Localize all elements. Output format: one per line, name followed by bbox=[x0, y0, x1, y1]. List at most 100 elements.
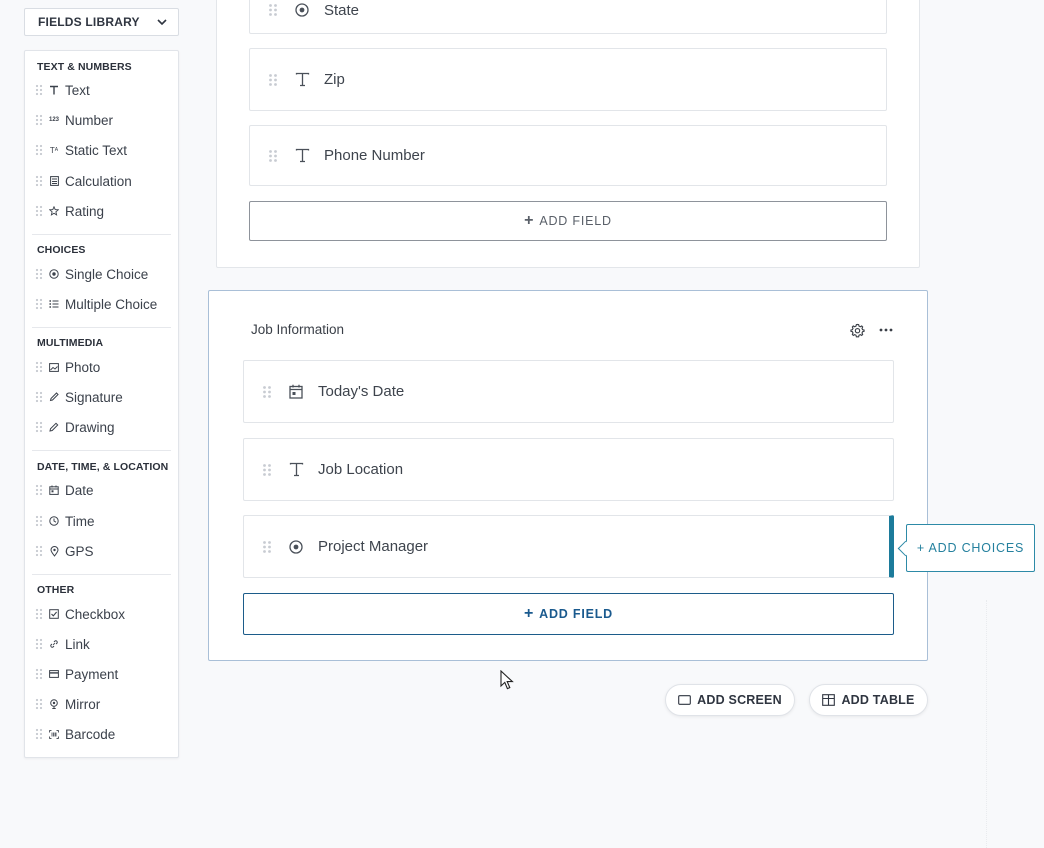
drag-handle-icon[interactable] bbox=[262, 463, 272, 477]
library-item-gps[interactable]: GPS bbox=[35, 540, 94, 562]
library-item-label: Drawing bbox=[65, 419, 115, 435]
add-field-button[interactable]: + ADD FIELD bbox=[249, 201, 887, 241]
fields-library-dropdown[interactable]: FIELDS LIBRARY bbox=[24, 8, 179, 36]
drag-handle-icon bbox=[35, 298, 43, 310]
library-item-drawing[interactable]: Drawing bbox=[35, 416, 115, 438]
library-item-label: GPS bbox=[65, 543, 94, 559]
library-item-single-choice[interactable]: Single Choice bbox=[35, 263, 148, 285]
library-item-time[interactable]: Time bbox=[35, 510, 95, 532]
drag-handle-icon bbox=[35, 728, 43, 740]
field-row-phone-number[interactable]: Phone Number bbox=[249, 125, 887, 186]
photo-icon bbox=[49, 362, 59, 372]
checkbox-icon bbox=[49, 609, 59, 619]
plus-icon: + bbox=[524, 212, 535, 229]
drag-handle-icon bbox=[35, 84, 43, 96]
library-item-label: Text bbox=[65, 82, 90, 98]
library-item-label: Link bbox=[65, 636, 90, 652]
drag-handle-icon[interactable] bbox=[268, 73, 278, 87]
divider bbox=[32, 234, 171, 235]
add-table-label: ADD TABLE bbox=[841, 693, 915, 707]
list-icon bbox=[49, 299, 59, 309]
library-item-label: Checkbox bbox=[65, 606, 126, 622]
add-field-label: ADD FIELD bbox=[539, 214, 612, 228]
drag-handle-icon[interactable] bbox=[268, 149, 278, 163]
library-item-label: Multiple Choice bbox=[65, 296, 158, 312]
library-item-date[interactable]: Date bbox=[35, 479, 94, 501]
library-item-payment[interactable]: Payment bbox=[35, 663, 118, 685]
library-item-link[interactable]: Link bbox=[35, 633, 90, 655]
calendar-icon bbox=[49, 485, 59, 495]
section-heading-other: OTHER bbox=[37, 584, 75, 596]
drag-handle-icon bbox=[35, 638, 43, 650]
drag-handle-icon bbox=[35, 421, 43, 433]
section-heading-choices: CHOICES bbox=[37, 244, 86, 256]
drag-handle-icon bbox=[35, 205, 43, 217]
library-item-static-text[interactable]: TA Static Text bbox=[35, 139, 127, 161]
library-item-checkbox[interactable]: Checkbox bbox=[35, 603, 125, 625]
add-screen-label: ADD SCREEN bbox=[697, 693, 782, 707]
library-item-label: Calculation bbox=[65, 173, 132, 189]
text-icon bbox=[49, 85, 59, 95]
drag-handle-icon bbox=[35, 515, 43, 527]
drag-handle-icon[interactable] bbox=[262, 385, 272, 399]
drag-handle-icon bbox=[35, 268, 43, 280]
pencil-icon bbox=[49, 422, 59, 432]
library-item-rating[interactable]: Rating bbox=[35, 200, 104, 222]
field-row-project-manager[interactable]: Project Manager bbox=[243, 515, 894, 578]
library-item-calculation[interactable]: Calculation bbox=[35, 170, 132, 192]
add-field-button[interactable]: + ADD FIELD bbox=[243, 593, 894, 635]
more-options-icon[interactable] bbox=[878, 322, 894, 338]
library-item-label: Date bbox=[65, 482, 94, 498]
drag-handle-icon bbox=[35, 668, 43, 680]
barcode-icon bbox=[49, 729, 59, 739]
library-item-label: Signature bbox=[65, 389, 123, 405]
library-item-label: Barcode bbox=[65, 726, 116, 742]
table-icon bbox=[822, 694, 836, 706]
library-item-number[interactable]: 123 Number bbox=[35, 109, 113, 131]
mouse-cursor-icon bbox=[500, 670, 514, 690]
drag-handle-icon[interactable] bbox=[268, 3, 278, 17]
divider bbox=[32, 450, 171, 451]
gear-icon[interactable] bbox=[849, 322, 865, 338]
drag-handle-icon bbox=[35, 144, 43, 156]
library-item-multiple-choice[interactable]: Multiple Choice bbox=[35, 293, 157, 315]
number-icon: 123 bbox=[49, 117, 60, 123]
add-table-button[interactable]: ADD TABLE bbox=[809, 684, 928, 716]
library-item-barcode[interactable]: Barcode bbox=[35, 723, 115, 745]
divider bbox=[986, 600, 988, 848]
drag-handle-icon bbox=[35, 545, 43, 557]
static-text-icon: TA bbox=[49, 145, 59, 155]
library-item-label: Mirror bbox=[65, 696, 101, 712]
field-row-job-location[interactable]: Job Location bbox=[243, 438, 894, 501]
drag-handle-icon bbox=[35, 175, 43, 187]
library-item-photo[interactable]: Photo bbox=[35, 356, 100, 378]
radio-icon bbox=[49, 269, 59, 279]
drag-handle-icon bbox=[35, 391, 43, 403]
field-label: Phone Number bbox=[324, 147, 425, 164]
library-item-label: Static Text bbox=[65, 142, 128, 158]
library-item-mirror[interactable]: Mirror bbox=[35, 693, 100, 715]
section-heading-text-numbers: TEXT & NUMBERS bbox=[37, 61, 132, 73]
field-row-zip[interactable]: Zip bbox=[249, 48, 887, 111]
location-pin-icon bbox=[49, 545, 59, 557]
radio-icon bbox=[288, 539, 304, 555]
radio-icon bbox=[294, 2, 310, 18]
add-choices-label: + ADD CHOICES bbox=[916, 541, 1025, 555]
library-item-label: Rating bbox=[65, 203, 105, 219]
mirror-icon bbox=[49, 699, 59, 709]
add-choices-button[interactable]: + ADD CHOICES bbox=[906, 524, 1035, 572]
field-label: Zip bbox=[324, 71, 345, 88]
divider bbox=[32, 574, 171, 575]
field-label: Project Manager bbox=[318, 538, 429, 555]
library-item-label: Single Choice bbox=[65, 266, 149, 282]
library-item-signature[interactable]: Signature bbox=[35, 386, 123, 408]
library-item-label: Time bbox=[65, 513, 95, 529]
library-item-text[interactable]: Text bbox=[35, 79, 90, 101]
text-icon bbox=[294, 72, 310, 88]
drag-handle-icon[interactable] bbox=[262, 540, 272, 554]
drag-handle-icon bbox=[35, 698, 43, 710]
field-row-state[interactable]: State bbox=[249, 0, 887, 34]
plus-icon: + bbox=[523, 605, 535, 622]
field-row-todays-date[interactable]: Today's Date bbox=[243, 360, 894, 423]
add-screen-button[interactable]: ADD SCREEN bbox=[665, 684, 795, 716]
